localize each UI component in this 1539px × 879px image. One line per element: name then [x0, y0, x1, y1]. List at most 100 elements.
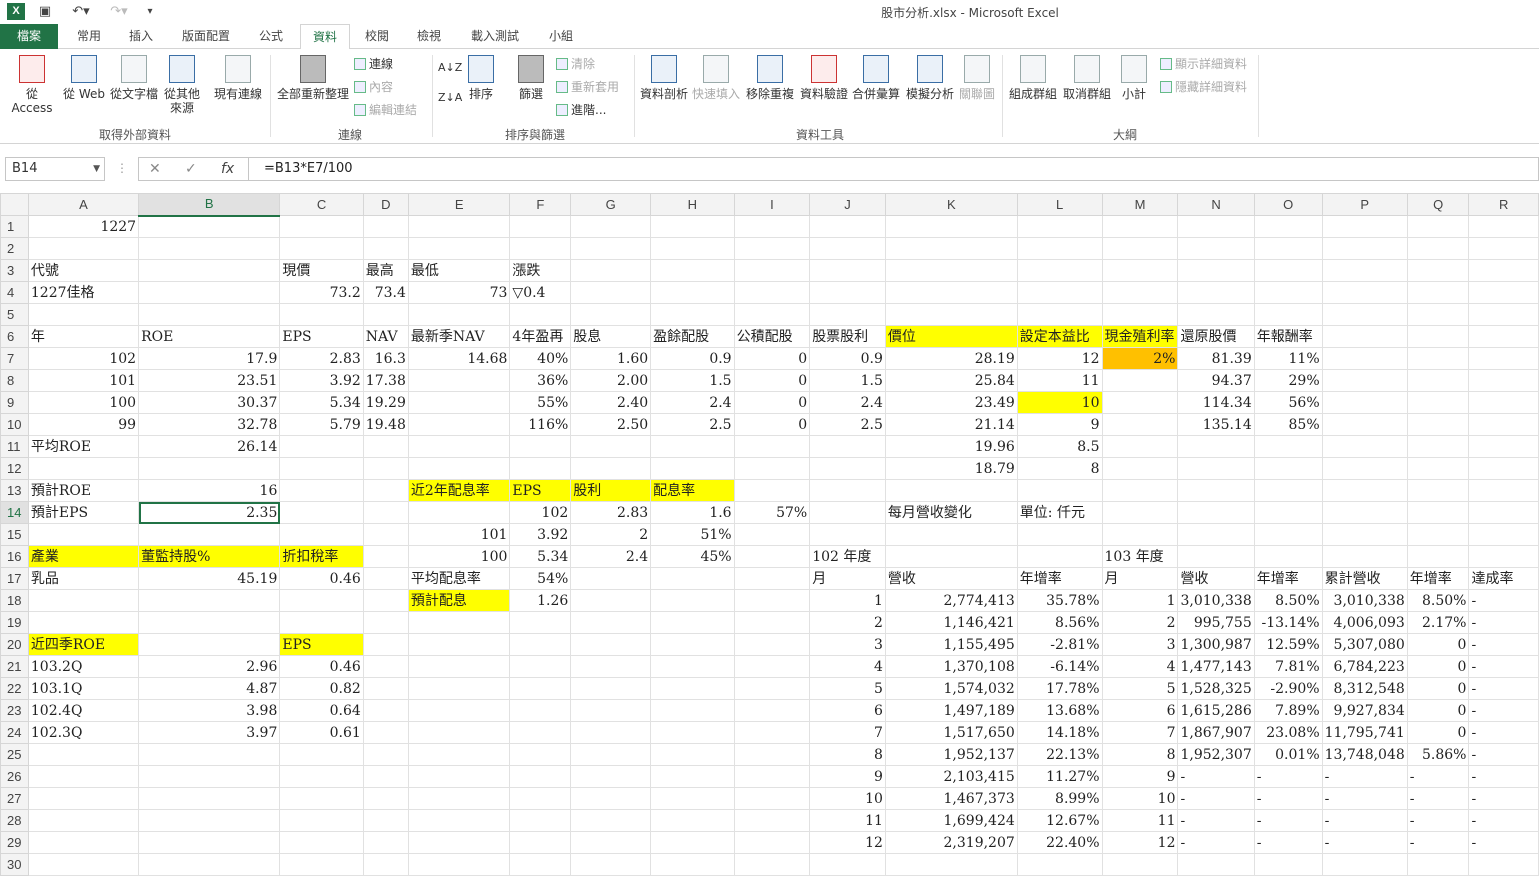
- column-header-G[interactable]: G: [570, 193, 652, 216]
- cell-Q11[interactable]: [1406, 435, 1470, 458]
- cell-D25[interactable]: [362, 743, 409, 766]
- cell-Q23[interactable]: 0: [1406, 699, 1470, 722]
- cell-H8[interactable]: 1.5: [650, 369, 735, 392]
- cell-F27[interactable]: [509, 787, 572, 810]
- row-header[interactable]: 5: [0, 303, 29, 326]
- cell-R5[interactable]: [1468, 303, 1539, 326]
- cell-M17[interactable]: 月: [1101, 567, 1179, 590]
- cell-K13[interactable]: [884, 479, 1018, 502]
- cell-M15[interactable]: [1101, 523, 1179, 546]
- cell-J20[interactable]: 3: [809, 633, 886, 656]
- name-box[interactable]: B14 ▼: [5, 157, 105, 181]
- cell-E17[interactable]: 平均配息率: [407, 567, 511, 590]
- cell-P17[interactable]: 累計營收: [1321, 567, 1408, 590]
- cell-K28[interactable]: 1,699,424: [884, 809, 1018, 832]
- advanced-button[interactable]: 進階...: [556, 101, 606, 119]
- cell-Q1[interactable]: [1406, 215, 1470, 238]
- row-header[interactable]: 16: [0, 545, 29, 568]
- column-header-P[interactable]: P: [1321, 193, 1408, 216]
- cell-M13[interactable]: [1101, 479, 1179, 502]
- cell-K5[interactable]: [884, 303, 1018, 326]
- cell-J8[interactable]: 1.5: [809, 369, 886, 392]
- cell-N23[interactable]: 1,615,286: [1177, 699, 1255, 722]
- column-header-R[interactable]: R: [1468, 193, 1539, 216]
- cell-Q28[interactable]: -: [1406, 809, 1470, 832]
- cell-F16[interactable]: 5.34: [509, 545, 572, 568]
- cell-G5[interactable]: [570, 303, 652, 326]
- cell-M2[interactable]: [1101, 237, 1179, 260]
- cell-L27[interactable]: 8.99%: [1016, 787, 1103, 810]
- cell-M29[interactable]: 12: [1101, 831, 1179, 854]
- cell-F1[interactable]: [509, 215, 572, 238]
- cell-K15[interactable]: [884, 523, 1018, 546]
- cell-D4[interactable]: 73.4: [362, 281, 409, 304]
- cell-C17[interactable]: 0.46: [279, 567, 364, 590]
- cell-J1[interactable]: [809, 215, 886, 238]
- cell-I15[interactable]: [733, 523, 811, 546]
- cell-Q5[interactable]: [1406, 303, 1470, 326]
- tab-data[interactable]: 資料: [300, 24, 350, 50]
- row-header[interactable]: 21: [0, 655, 29, 678]
- cell-C2[interactable]: [279, 237, 364, 260]
- cell-B2[interactable]: [138, 237, 281, 260]
- cell-D2[interactable]: [362, 237, 409, 260]
- cell-P2[interactable]: [1321, 237, 1408, 260]
- cell-H16[interactable]: 45%: [650, 545, 735, 568]
- cell-C6[interactable]: EPS: [279, 325, 364, 348]
- enter-icon[interactable]: ✓: [185, 158, 197, 180]
- row-header[interactable]: 29: [0, 831, 29, 854]
- cell-E10[interactable]: [407, 413, 511, 436]
- cell-F25[interactable]: [509, 743, 572, 766]
- cell-N22[interactable]: 1,528,325: [1177, 677, 1255, 700]
- cell-Q2[interactable]: [1406, 237, 1470, 260]
- group-button[interactable]: 組成群組: [1006, 55, 1060, 101]
- cell-G13[interactable]: 股利: [570, 479, 652, 502]
- cell-J12[interactable]: [809, 457, 886, 480]
- column-header-L[interactable]: L: [1016, 193, 1103, 216]
- cell-H9[interactable]: 2.4: [650, 391, 735, 414]
- cell-E9[interactable]: [407, 391, 511, 414]
- cell-H7[interactable]: 0.9: [650, 347, 735, 370]
- cell-G21[interactable]: [570, 655, 652, 678]
- consolidate-button[interactable]: 合併彙算: [850, 55, 902, 101]
- cell-P16[interactable]: [1321, 545, 1408, 568]
- cell-R25[interactable]: -: [1468, 743, 1539, 766]
- cell-B15[interactable]: [138, 523, 281, 546]
- cell-M6[interactable]: 現金殖利率: [1101, 325, 1179, 348]
- cell-C5[interactable]: [279, 303, 364, 326]
- cell-G18[interactable]: [570, 589, 652, 612]
- cell-A27[interactable]: [27, 787, 140, 810]
- cell-P8[interactable]: [1321, 369, 1408, 392]
- cell-H3[interactable]: [650, 259, 735, 282]
- cell-Q4[interactable]: [1406, 281, 1470, 304]
- cell-B7[interactable]: 17.9: [138, 347, 281, 370]
- cell-R7[interactable]: [1468, 347, 1539, 370]
- tab-review[interactable]: 校閱: [354, 24, 400, 49]
- cell-F13[interactable]: EPS: [509, 479, 572, 502]
- tab-team[interactable]: 小組: [538, 24, 584, 49]
- cell-M5[interactable]: [1101, 303, 1179, 326]
- cell-I12[interactable]: [733, 457, 811, 480]
- cell-E3[interactable]: 最低: [407, 259, 511, 282]
- cell-H19[interactable]: [650, 611, 735, 634]
- cell-O18[interactable]: 8.50%: [1253, 589, 1323, 612]
- cell-G16[interactable]: 2.4: [570, 545, 652, 568]
- cell-I10[interactable]: 0: [733, 413, 811, 436]
- cell-K11[interactable]: 19.96: [884, 435, 1018, 458]
- cell-O14[interactable]: [1253, 501, 1323, 524]
- from-access-button[interactable]: 從 Access: [4, 55, 60, 115]
- cell-G27[interactable]: [570, 787, 652, 810]
- row-header[interactable]: 15: [0, 523, 29, 546]
- cell-C9[interactable]: 5.34: [279, 391, 364, 414]
- cell-N20[interactable]: 1,300,987: [1177, 633, 1255, 656]
- cell-J28[interactable]: 11: [809, 809, 886, 832]
- tab-view[interactable]: 檢視: [406, 24, 452, 49]
- cell-G2[interactable]: [570, 237, 652, 260]
- cell-J9[interactable]: 2.4: [809, 391, 886, 414]
- cell-M9[interactable]: [1101, 391, 1179, 414]
- from-text-button[interactable]: 從文字檔: [108, 55, 160, 101]
- cell-C22[interactable]: 0.82: [279, 677, 364, 700]
- cell-N27[interactable]: -: [1177, 787, 1255, 810]
- cell-O4[interactable]: [1253, 281, 1323, 304]
- cell-I29[interactable]: [733, 831, 811, 854]
